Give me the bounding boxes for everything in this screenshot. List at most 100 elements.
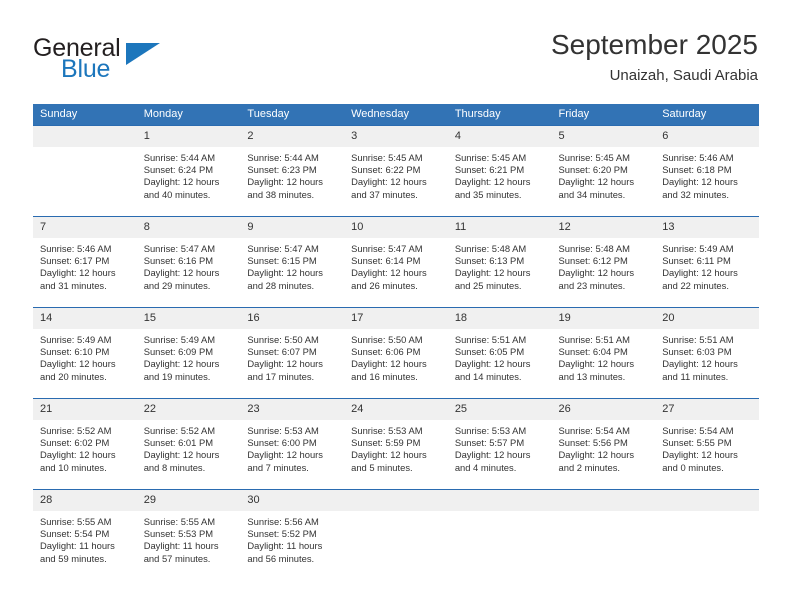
day-number: 16	[240, 308, 345, 329]
day-number: 5	[551, 126, 656, 147]
calendar-day-cell[interactable]: 18 Sunrise: 5:51 AM Sunset: 6:05 PM Dayligh…	[447, 307, 552, 399]
detail-sunset: Sunset: 5:59 PM	[351, 437, 421, 449]
calendar-grid: Sunday Monday Tuesday Wednesday Thursday…	[33, 104, 759, 580]
weekday-header-sunday: Sunday	[33, 104, 137, 126]
day-details: Sunrise: 5:55 AM Sunset: 5:53 PM Daylight:…	[137, 511, 241, 565]
day-number: 22	[136, 399, 241, 420]
calendar-day-cell[interactable]: 27 Sunrise: 5:54 AM Sunset: 5:55 PM Dayligh…	[655, 398, 759, 490]
detail-daylight1: Daylight: 12 hours	[454, 267, 531, 279]
day-details: Sunrise: 5:44 AM Sunset: 6:23 PM Daylight:…	[240, 147, 344, 201]
calendar-day-cell[interactable]: 25 Sunrise: 5:53 AM Sunset: 5:57 PM Dayligh…	[447, 398, 552, 490]
calendar-day-cell[interactable]: 5 Sunrise: 5:45 AM Sunset: 6:20 PM Daylight…	[551, 125, 656, 217]
detail-daylight1: Daylight: 12 hours	[143, 176, 220, 188]
calendar-day-cell[interactable]: 28 Sunrise: 5:55 AM Sunset: 5:54 PM Dayligh…	[33, 489, 137, 580]
calendar-cell-empty	[551, 489, 656, 580]
detail-sunset: Sunset: 5:55 PM	[662, 437, 732, 449]
detail-sunrise: Sunrise: 5:55 AM	[143, 516, 216, 527]
calendar-day-cell[interactable]: 10 Sunrise: 5:47 AM Sunset: 6:14 PM Dayligh…	[344, 216, 448, 308]
detail-sunrise: Sunrise: 5:47 AM	[247, 243, 319, 254]
day-number: 18	[447, 308, 552, 329]
detail-daylight1: Daylight: 12 hours	[247, 176, 323, 188]
detail-sunset: Sunset: 6:10 PM	[40, 346, 110, 358]
calendar-day-cell[interactable]: 26 Sunrise: 5:54 AM Sunset: 5:56 PM Dayligh…	[551, 398, 656, 490]
weekday-header-monday: Monday	[136, 104, 241, 126]
detail-sunset: Sunset: 6:03 PM	[662, 346, 732, 358]
day-number: 27	[655, 399, 759, 420]
calendar-day-cell[interactable]: 7 Sunrise: 5:46 AM Sunset: 6:17 PM Daylight…	[33, 216, 137, 308]
day-details: Sunrise: 5:52 AM Sunset: 6:01 PM Daylight:…	[137, 420, 241, 474]
detail-sunrise: Sunrise: 5:51 AM	[662, 334, 734, 345]
detail-sunrise: Sunrise: 5:45 AM	[351, 152, 423, 163]
weekday-header-wednesday: Wednesday	[344, 104, 448, 126]
calendar-day-cell[interactable]: 21 Sunrise: 5:52 AM Sunset: 6:02 PM Dayligh…	[33, 398, 137, 490]
day-number: 26	[551, 399, 656, 420]
calendar-day-cell[interactable]: 8 Sunrise: 5:47 AM Sunset: 6:16 PM Daylight…	[136, 216, 241, 308]
title-block: September 2025 Unaizah, Saudi Arabia	[551, 28, 758, 86]
page-title: September 2025	[550, 29, 758, 60]
day-number: 21	[33, 399, 137, 420]
calendar-day-cell[interactable]: 6 Sunrise: 5:46 AM Sunset: 6:18 PM Daylight…	[655, 125, 759, 217]
day-number: 4	[447, 126, 552, 147]
calendar-day-cell[interactable]: 14 Sunrise: 5:49 AM Sunset: 6:10 PM Dayligh…	[33, 307, 137, 399]
detail-sunset: Sunset: 6:14 PM	[351, 255, 421, 267]
day-details: Sunrise: 5:49 AM Sunset: 6:09 PM Daylight:…	[137, 329, 241, 383]
calendar-day-cell[interactable]: 17 Sunrise: 5:50 AM Sunset: 6:06 PM Dayligh…	[344, 307, 448, 399]
detail-daylight1: Daylight: 12 hours	[558, 449, 635, 461]
detail-sunrise: Sunrise: 5:50 AM	[351, 334, 423, 345]
calendar-day-cell[interactable]: 19 Sunrise: 5:51 AM Sunset: 6:04 PM Dayligh…	[551, 307, 656, 399]
calendar-day-cell[interactable]: 30 Sunrise: 5:56 AM Sunset: 5:52 PM Dayligh…	[240, 489, 345, 580]
day-number: 28	[33, 490, 137, 511]
detail-daylight2: and 8 minutes.	[143, 461, 206, 473]
day-details: Sunrise: 5:49 AM Sunset: 6:10 PM Daylight:…	[33, 329, 137, 383]
detail-daylight2: and 32 minutes.	[662, 188, 729, 200]
detail-sunrise: Sunrise: 5:55 AM	[40, 516, 112, 527]
detail-sunset: Sunset: 6:01 PM	[143, 437, 214, 449]
calendar-day-cell[interactable]: 3 Sunrise: 5:45 AM Sunset: 6:22 PM Daylight…	[344, 125, 448, 217]
detail-daylight2: and 14 minutes.	[454, 370, 522, 382]
day-number: 13	[655, 217, 759, 238]
calendar-day-cell[interactable]: 13 Sunrise: 5:49 AM Sunset: 6:11 PM Dayligh…	[655, 216, 759, 308]
calendar-day-cell[interactable]: 12 Sunrise: 5:48 AM Sunset: 6:12 PM Dayligh…	[551, 216, 656, 308]
detail-sunset: Sunset: 6:16 PM	[143, 255, 214, 267]
general-blue-logo[interactable]: General Blue	[33, 34, 263, 86]
detail-sunrise: Sunrise: 5:48 AM	[558, 243, 630, 254]
day-details: Sunrise: 5:45 AM Sunset: 6:22 PM Daylight:…	[344, 147, 448, 201]
detail-sunrise: Sunrise: 5:44 AM	[143, 152, 216, 163]
calendar-day-cell[interactable]: 4 Sunrise: 5:45 AM Sunset: 6:21 PM Daylight…	[447, 125, 552, 217]
day-details: Sunrise: 5:47 AM Sunset: 6:15 PM Daylight:…	[240, 238, 344, 292]
detail-sunrise: Sunrise: 5:49 AM	[143, 334, 216, 345]
detail-sunrise: Sunrise: 5:52 AM	[40, 425, 112, 436]
day-details: Sunrise: 5:53 AM Sunset: 5:59 PM Daylight:…	[344, 420, 448, 474]
detail-daylight1: Daylight: 12 hours	[143, 449, 220, 461]
calendar-day-cell[interactable]: 11 Sunrise: 5:48 AM Sunset: 6:13 PM Dayligh…	[447, 216, 552, 308]
detail-sunrise: Sunrise: 5:45 AM	[454, 152, 527, 163]
calendar-day-cell[interactable]: 15 Sunrise: 5:49 AM Sunset: 6:09 PM Dayligh…	[136, 307, 241, 399]
detail-sunrise: Sunrise: 5:47 AM	[143, 243, 216, 254]
calendar-day-cell[interactable]: 9 Sunrise: 5:47 AM Sunset: 6:15 PM Daylight…	[240, 216, 345, 308]
calendar-day-cell[interactable]: 2 Sunrise: 5:44 AM Sunset: 6:23 PM Daylight…	[240, 125, 345, 217]
detail-sunset: Sunset: 5:54 PM	[40, 528, 110, 540]
day-number: 10	[344, 217, 448, 238]
detail-daylight1: Daylight: 12 hours	[558, 267, 635, 279]
detail-sunset: Sunset: 6:24 PM	[143, 164, 214, 176]
detail-daylight1: Daylight: 12 hours	[351, 358, 427, 370]
calendar-day-cell[interactable]: 1 Sunrise: 5:44 AM Sunset: 6:24 PM Daylight…	[136, 125, 241, 217]
detail-daylight1: Daylight: 11 hours	[247, 540, 323, 552]
detail-daylight2: and 57 minutes.	[143, 552, 211, 564]
calendar-day-cell[interactable]: 22 Sunrise: 5:52 AM Sunset: 6:01 PM Dayligh…	[136, 398, 241, 490]
calendar-day-cell[interactable]: 29 Sunrise: 5:55 AM Sunset: 5:53 PM Dayligh…	[136, 489, 241, 580]
detail-daylight2: and 59 minutes.	[40, 552, 107, 564]
day-number: 20	[655, 308, 759, 329]
calendar-day-cell[interactable]: 16 Sunrise: 5:50 AM Sunset: 6:07 PM Dayligh…	[240, 307, 345, 399]
calendar-cell-empty	[655, 489, 759, 580]
detail-daylight2: and 5 minutes.	[351, 461, 413, 473]
detail-sunrise: Sunrise: 5:52 AM	[143, 425, 216, 436]
day-number	[447, 490, 552, 511]
detail-daylight1: Daylight: 12 hours	[558, 176, 635, 188]
calendar-day-cell[interactable]: 24 Sunrise: 5:53 AM Sunset: 5:59 PM Dayligh…	[344, 398, 448, 490]
day-number: 14	[33, 308, 137, 329]
calendar-day-cell[interactable]: 20 Sunrise: 5:51 AM Sunset: 6:03 PM Dayligh…	[655, 307, 759, 399]
calendar-day-cell[interactable]: 23 Sunrise: 5:53 AM Sunset: 6:00 PM Dayligh…	[240, 398, 345, 490]
detail-daylight1: Daylight: 12 hours	[351, 267, 427, 279]
detail-daylight1: Daylight: 12 hours	[662, 267, 738, 279]
